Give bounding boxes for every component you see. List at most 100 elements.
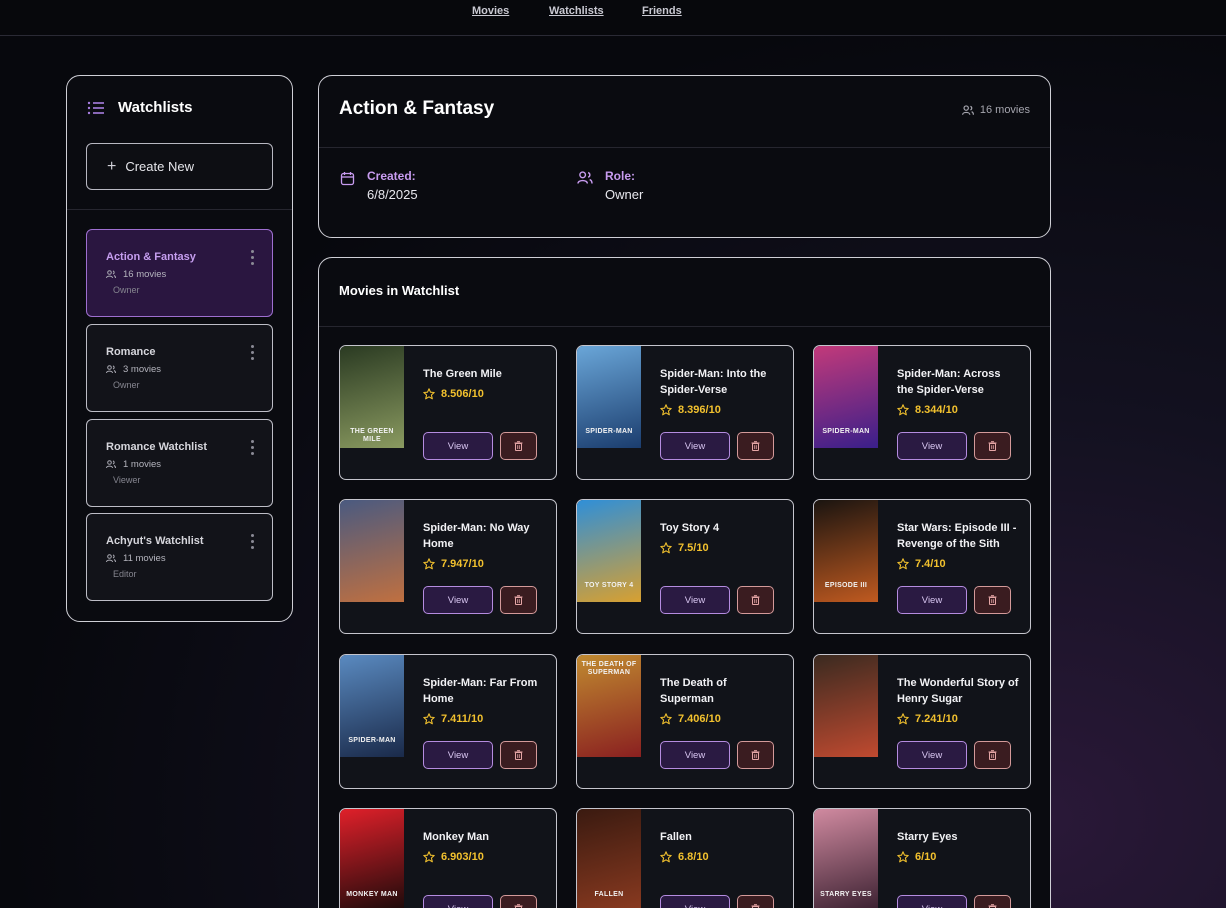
role-label: Role: <box>605 169 635 183</box>
movie-poster[interactable]: SPIDER-MAN <box>814 346 878 448</box>
detail-divider <box>319 147 1050 148</box>
view-movie-button[interactable]: View <box>423 741 493 769</box>
nav-watchlists-link[interactable]: Watchlists <box>549 5 604 17</box>
view-movie-button[interactable]: View <box>897 586 967 614</box>
movie-rating: 6/10 <box>897 851 936 863</box>
sidebar-divider <box>67 209 292 210</box>
movie-poster[interactable]: MONKEY MAN <box>340 809 404 908</box>
view-movie-button[interactable]: View <box>423 895 493 908</box>
movie-title: The Green Mile <box>423 368 502 380</box>
delete-movie-button[interactable] <box>974 586 1011 614</box>
watchlist-item[interactable]: Achyut's Watchlist 11 movies Editor <box>86 513 273 601</box>
movie-poster[interactable]: SPIDER-MAN <box>577 346 641 448</box>
view-movie-button[interactable]: View <box>660 741 730 769</box>
role-value: Owner <box>605 187 644 202</box>
movie-poster[interactable] <box>814 655 878 757</box>
watchlist-role: Viewer <box>113 475 141 485</box>
poster-title-text: THE DEATH OF SUPERMAN <box>581 661 637 676</box>
trash-icon <box>751 595 760 605</box>
movie-title: Spider-Man: Far From Home <box>423 677 538 705</box>
movie-poster[interactable]: EPISODE III <box>814 500 878 602</box>
created-field: Created: 6/8/2025 <box>340 169 418 202</box>
delete-movie-button[interactable] <box>500 432 537 460</box>
view-movie-button[interactable]: View <box>423 586 493 614</box>
nav-movies-link[interactable]: Movies <box>472 5 509 17</box>
view-movie-button[interactable]: View <box>897 741 967 769</box>
poster-title-text: SPIDER-MAN <box>348 737 396 744</box>
movie-poster[interactable]: TOY STORY 4 <box>577 500 641 602</box>
movie-rating-value: 8.344/10 <box>915 404 958 416</box>
watchlist-count-text: 11 movies <box>123 553 166 564</box>
poster-title-text: TOY STORY 4 <box>584 582 634 589</box>
movie-poster[interactable]: STARRY EYES <box>814 809 878 908</box>
watchlist-count-text: 1 movies <box>123 459 162 470</box>
watchlists-sidebar: Watchlists + Create New Action & Fantasy… <box>66 75 293 622</box>
create-watchlist-button[interactable]: + Create New <box>86 143 273 190</box>
movie-poster[interactable] <box>340 500 404 602</box>
movie-card: MONKEY MAN Monkey Man 6.903/10 View <box>339 808 557 908</box>
movie-poster[interactable]: THE GREEN MILE <box>340 346 404 448</box>
movie-poster[interactable]: THE DEATH OF SUPERMAN <box>577 655 641 757</box>
watchlist-count: 1 movies <box>106 459 161 470</box>
star-icon <box>897 851 909 863</box>
movie-rating: 7.4/10 <box>897 558 946 570</box>
view-movie-button[interactable]: View <box>660 586 730 614</box>
star-icon <box>423 713 435 725</box>
movie-rating: 7.411/10 <box>423 713 483 725</box>
view-movie-button[interactable]: View <box>660 895 730 908</box>
more-options-icon[interactable] <box>249 440 255 458</box>
trash-icon <box>514 750 523 760</box>
movie-title: Starry Eyes <box>897 831 958 843</box>
poster-title-text: THE GREEN MILE <box>350 428 394 443</box>
movie-poster[interactable]: SPIDER-MAN <box>340 655 404 757</box>
delete-movie-button[interactable] <box>500 895 537 908</box>
movie-count-text: 16 movies <box>979 104 1030 116</box>
movie-poster[interactable]: FALLEN <box>577 809 641 908</box>
users-icon <box>577 171 593 184</box>
watchlist-name: Action & Fantasy <box>106 251 196 263</box>
delete-movie-button[interactable] <box>974 741 1011 769</box>
poster-title-text: EPISODE III <box>824 582 868 589</box>
movie-rating: 8.344/10 <box>897 404 958 416</box>
view-movie-button[interactable]: View <box>897 895 967 908</box>
movie-title: The Death of Superman <box>660 677 727 705</box>
calendar-icon <box>340 172 355 186</box>
star-icon <box>660 713 672 725</box>
watchlist-title: Action & Fantasy <box>339 98 495 119</box>
trash-icon <box>514 595 523 605</box>
movie-card: STARRY EYES Starry Eyes 6/10 View <box>813 808 1031 908</box>
movie-rating-value: 7.406/10 <box>678 713 721 725</box>
watchlist-item[interactable]: Romance Watchlist 1 movies Viewer <box>86 419 273 507</box>
create-button-label: Create New <box>125 159 194 174</box>
movie-title: Monkey Man <box>423 831 490 843</box>
delete-movie-button[interactable] <box>974 895 1011 908</box>
star-icon <box>423 558 435 570</box>
sidebar-header: Watchlists <box>87 99 192 116</box>
movies-divider <box>319 326 1050 327</box>
view-movie-button[interactable]: View <box>660 432 730 460</box>
view-movie-button[interactable]: View <box>897 432 967 460</box>
more-options-icon[interactable] <box>249 250 255 268</box>
delete-movie-button[interactable] <box>974 432 1011 460</box>
nav-friends-link[interactable]: Friends <box>642 5 682 17</box>
more-options-icon[interactable] <box>249 345 255 363</box>
delete-movie-button[interactable] <box>737 895 774 908</box>
delete-movie-button[interactable] <box>737 741 774 769</box>
movie-rating-value: 6.8/10 <box>678 851 709 863</box>
delete-movie-button[interactable] <box>500 741 537 769</box>
watchlist-name: Romance <box>106 346 156 358</box>
star-icon <box>660 542 672 554</box>
watchlist-item[interactable]: Romance 3 movies Owner <box>86 324 273 412</box>
watchlist-item[interactable]: Action & Fantasy 16 movies Owner <box>86 229 273 317</box>
movie-card: THE GREEN MILE The Green Mile 8.506/10 View <box>339 345 557 480</box>
role-field: Role: Owner <box>577 169 643 202</box>
more-options-icon[interactable] <box>249 534 255 552</box>
star-icon <box>660 404 672 416</box>
delete-movie-button[interactable] <box>737 586 774 614</box>
top-nav: Movies Watchlists Friends <box>0 0 1226 36</box>
delete-movie-button[interactable] <box>500 586 537 614</box>
view-movie-button[interactable]: View <box>423 432 493 460</box>
movie-card: SPIDER-MAN Spider-Man: Across the Spider-… <box>813 345 1031 480</box>
watchlist-role: Owner <box>113 285 140 295</box>
delete-movie-button[interactable] <box>737 432 774 460</box>
